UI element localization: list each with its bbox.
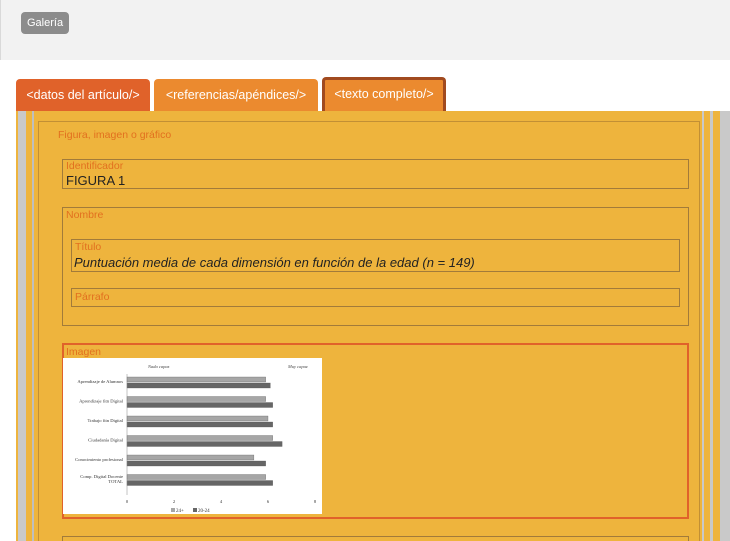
title-value: Puntuación media de cada dimensión en fu… [74, 255, 475, 270]
right-gutter [702, 111, 730, 541]
x-tick-label: 4 [220, 499, 223, 504]
identifier-field[interactable] [62, 159, 689, 189]
legend-label-20-24: 20-24 [198, 509, 210, 514]
x-tick-label: 0 [126, 499, 129, 504]
identifier-label: Identificador [66, 160, 124, 172]
bar-24+ [126, 435, 273, 441]
tab-full-text[interactable]: <texto completo/> [322, 77, 446, 111]
bar-20-24 [126, 421, 273, 428]
figure-image: Nada capaz Muy capaz Aprendizaje de Alumno… [63, 358, 322, 514]
content-panel: Figura, imagen o gráfico Identificador F… [16, 111, 730, 541]
bar-24+ [126, 454, 255, 461]
bar-24+ [126, 415, 269, 422]
x-tick-label: 8 [314, 499, 317, 504]
gutter-line [702, 111, 704, 541]
gutter-line [32, 111, 34, 541]
bar-20-24 [126, 382, 271, 389]
y-tick-label: Conocimiento profesional [75, 457, 124, 462]
chart-header-left: Nada capaz [147, 364, 170, 369]
image-label: Imagen [66, 346, 102, 358]
x-tick-label: 6 [267, 499, 270, 504]
paragraph-field[interactable] [71, 288, 680, 307]
figure-section-title: Figura, imagen o gráfico [58, 129, 172, 141]
y-tick-label: Aprendizaje fitn Digital [79, 399, 124, 404]
y-tick-label: Aprendizaje de Alumnos [77, 379, 123, 384]
legend-swatch-20-24 [193, 508, 197, 512]
tab-article-data[interactable]: <datos del artículo/> [16, 79, 150, 111]
bar-24+ [126, 396, 266, 402]
next-section [62, 536, 689, 541]
legend-swatch-24+ [171, 508, 175, 512]
gutter-stripe [18, 111, 28, 541]
gutter-line [710, 111, 713, 541]
top-toolbar: Galería [0, 0, 730, 60]
y-tick-label: TOTAL [108, 479, 123, 484]
bar-24+ [126, 474, 266, 480]
bar-24+ [126, 376, 266, 383]
left-gutter [16, 111, 36, 541]
chart-header-right: Muy capaz [287, 364, 308, 369]
name-label: Nombre [66, 209, 104, 221]
x-tick-label: 2 [173, 499, 176, 504]
bar-20-24 [126, 402, 273, 408]
bar-20-24 [126, 480, 273, 486]
title-label: Título [75, 241, 102, 253]
bar-20-24 [126, 441, 283, 447]
gutter-stripe [720, 111, 730, 541]
identifier-value: FIGURA 1 [66, 173, 126, 188]
paragraph-label: Párrafo [75, 291, 110, 303]
y-tick-label: Ciudadanía Digital [88, 438, 124, 443]
gallery-button[interactable]: Galería [21, 12, 70, 34]
bar-20-24 [126, 460, 266, 467]
tab-references-appendices[interactable]: <referencias/apéndices/> [154, 79, 318, 111]
bar-chart: Nada capaz Muy capaz Aprendizaje de Alumno… [75, 364, 317, 514]
y-tick-label: Trabajo fitn Digital [87, 418, 123, 423]
legend-label-24+: 24+ [176, 509, 184, 514]
